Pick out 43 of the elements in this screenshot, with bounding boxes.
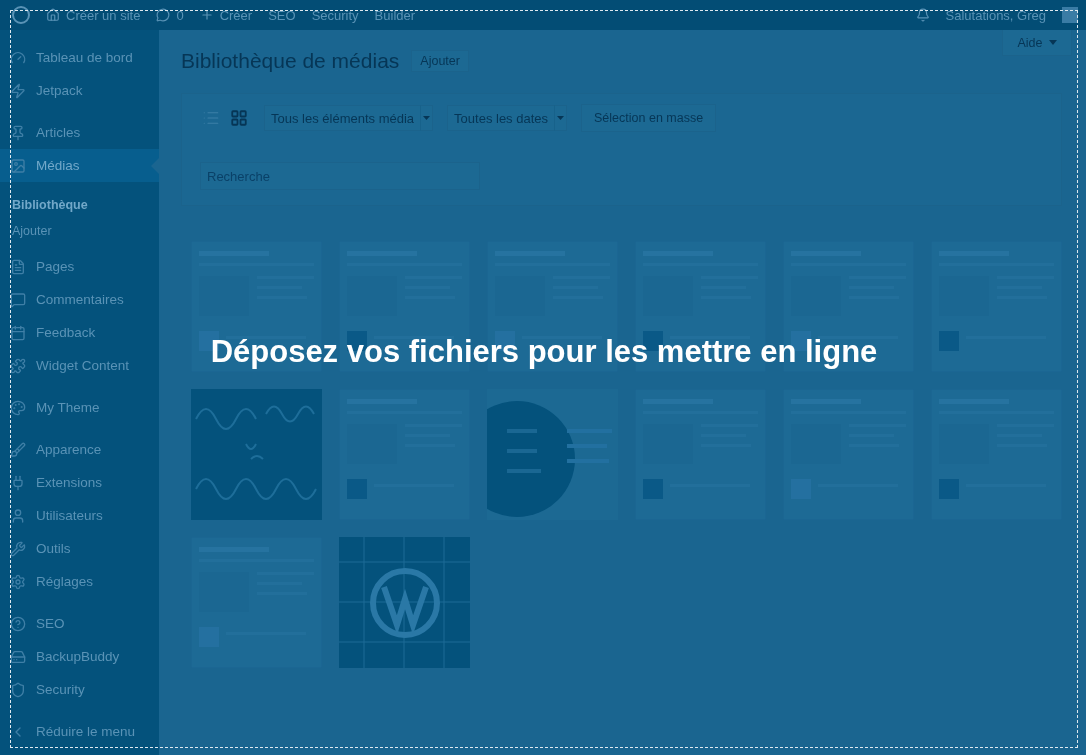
admin-bar-link[interactable]: Créer: [199, 7, 253, 23]
image-icon: [10, 157, 26, 174]
help-icon: [10, 615, 26, 632]
plug-icon: [10, 474, 26, 491]
admin-bar-link[interactable]: 0: [156, 7, 184, 23]
filter-dropdown[interactable]: Toutes les dates: [447, 105, 568, 131]
caret-icon: [1048, 40, 1057, 45]
grid-view-button[interactable]: [228, 107, 250, 129]
dashboard-icon: [10, 49, 26, 66]
pin-icon: [10, 124, 26, 141]
filter-dropdown[interactable]: Tous les éléments média: [264, 105, 434, 131]
admin-bar-link[interactable]: Security: [311, 7, 359, 23]
puzzle-icon: [10, 357, 26, 374]
plus-icon: [199, 8, 214, 22]
brush-icon: [10, 441, 26, 458]
help-tab[interactable]: Aide: [1002, 30, 1072, 56]
home-icon: [46, 8, 60, 22]
drop-message: Déposez vos fichiers pour les mettre en ligne: [210, 334, 878, 370]
comment-icon: [156, 8, 171, 22]
avatar[interactable]: [1062, 7, 1078, 23]
comment-icon: [10, 291, 26, 308]
admin-bar-link[interactable]: Créer un site: [46, 7, 141, 23]
greeting[interactable]: Salutations, Greg: [945, 7, 1046, 23]
add-button[interactable]: Ajouter: [411, 50, 469, 72]
grid-icon: [230, 109, 248, 127]
user-icon: [10, 507, 26, 524]
shield-icon: [10, 681, 26, 698]
sidebar-item[interactable]: Médias: [0, 149, 159, 182]
bulk-select-button[interactable]: Sélection en masse: [581, 104, 717, 132]
bell-icon[interactable]: [915, 8, 930, 22]
page-icon: [10, 258, 26, 275]
admin-bar-link[interactable]: Builder: [374, 7, 416, 23]
list-icon: [202, 109, 220, 127]
caret-icon: [423, 116, 431, 120]
palette-icon: [10, 399, 26, 416]
wrench-icon: [10, 540, 26, 557]
caret-icon: [557, 116, 565, 120]
settings-icon: [10, 573, 26, 590]
bolt-icon: [10, 82, 26, 99]
page-title: Bibliothèque de médias: [181, 49, 400, 73]
calendar-icon: [10, 324, 26, 341]
drive-icon: [10, 648, 26, 665]
admin-bar-link[interactable]: SEO: [268, 7, 296, 23]
